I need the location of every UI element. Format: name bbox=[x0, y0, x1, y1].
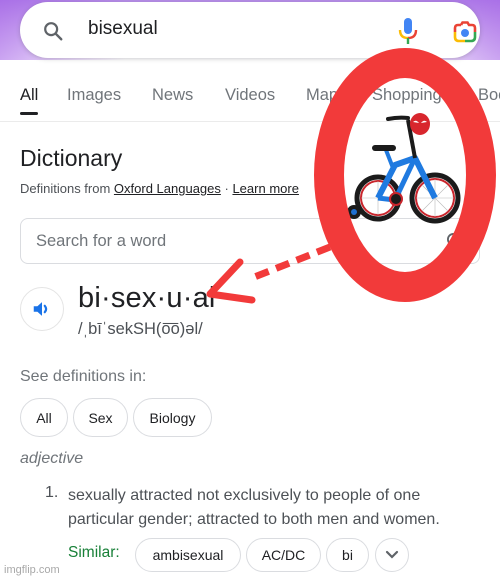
tab-books[interactable]: Books bbox=[478, 86, 500, 105]
definition-chip-all[interactable]: All bbox=[20, 398, 68, 437]
definition-number: 1. bbox=[45, 484, 59, 501]
tab-shopping[interactable]: Shopping bbox=[372, 86, 442, 105]
tab-all[interactable]: All bbox=[20, 86, 38, 105]
microphone-icon[interactable] bbox=[396, 16, 420, 46]
tab-images[interactable]: Images bbox=[67, 86, 121, 105]
similar-label: Similar: bbox=[68, 544, 120, 561]
phonetic-spelling: /ˌbīˈsekSH(o͞o)əl/ bbox=[78, 320, 203, 338]
word-search-placeholder: Search for a word bbox=[36, 232, 167, 250]
part-of-speech: adjective bbox=[20, 450, 84, 467]
search-query[interactable]: bisexual bbox=[88, 18, 158, 40]
learn-more-link[interactable]: Learn more bbox=[232, 181, 298, 196]
definition-text: sexually attracted not exclusively to pe… bbox=[68, 487, 440, 528]
similar-chip-bi[interactable]: bi bbox=[326, 538, 369, 572]
annotation-arrowhead bbox=[206, 258, 256, 304]
active-tab-indicator bbox=[20, 112, 38, 115]
google-lens-icon[interactable] bbox=[452, 20, 478, 44]
tab-videos[interactable]: Videos bbox=[225, 86, 275, 105]
speaker-icon bbox=[33, 302, 48, 316]
similar-chip-ambisexual[interactable]: ambisexual bbox=[135, 538, 241, 572]
more-similar-button[interactable] bbox=[375, 538, 409, 572]
watermark: imgflip.com bbox=[4, 564, 60, 576]
word-search-input[interactable]: Search for a word bbox=[20, 218, 480, 264]
source-prefix: Definitions from bbox=[20, 181, 114, 196]
definition-chip-biology[interactable]: Biology bbox=[133, 398, 212, 437]
bicycle-image bbox=[347, 113, 461, 224]
dictionary-title: Dictionary bbox=[20, 145, 123, 171]
oxford-languages-link[interactable]: Oxford Languages bbox=[114, 181, 221, 196]
source-separator: · bbox=[220, 181, 233, 196]
dictionary-source: Definitions from Oxford Languages · Lear… bbox=[20, 181, 299, 196]
headword: bi·sex·u·al bbox=[78, 282, 216, 314]
see-definitions-label: See definitions in: bbox=[20, 368, 147, 385]
similar-chip-acdc[interactable]: AC/DC bbox=[246, 538, 321, 572]
search-icon[interactable] bbox=[42, 20, 64, 42]
tab-news[interactable]: News bbox=[152, 86, 193, 105]
pronunciation-button[interactable] bbox=[20, 287, 64, 331]
chevron-down-icon bbox=[385, 550, 399, 559]
definition-chip-sex[interactable]: Sex bbox=[73, 398, 128, 437]
